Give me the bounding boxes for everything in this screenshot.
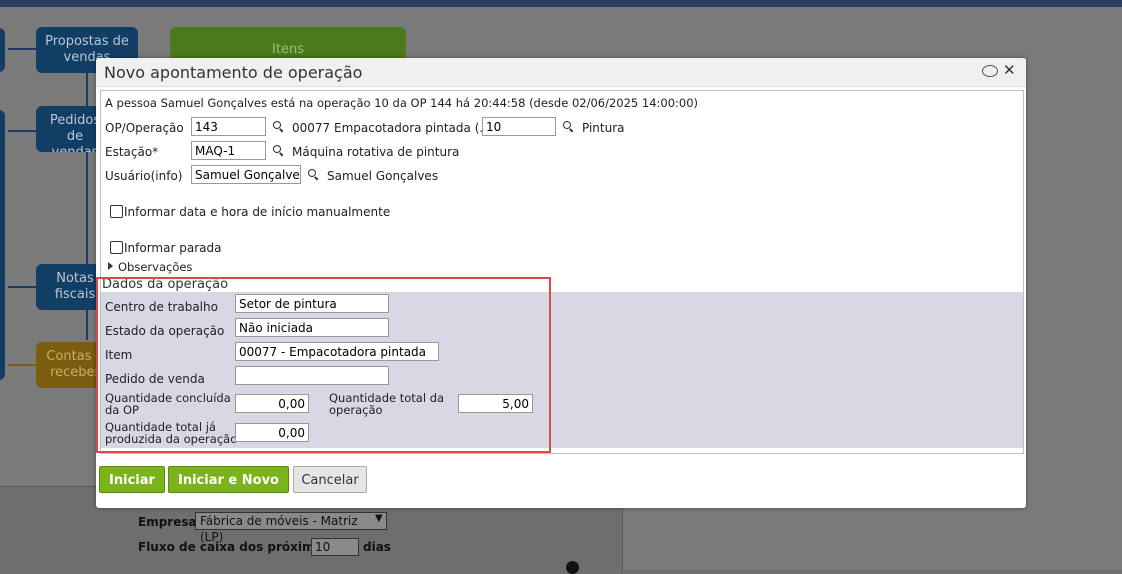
fluxo-unit: dias bbox=[363, 540, 391, 554]
top-bar bbox=[0, 0, 1122, 7]
chevron-down-icon: ▼ bbox=[375, 513, 383, 524]
op-label: OP/Operação bbox=[105, 121, 184, 135]
flow-box-itens[interactable]: Itens bbox=[170, 27, 406, 61]
search-icon[interactable] bbox=[273, 121, 284, 132]
search-icon[interactable] bbox=[308, 169, 319, 180]
op-input[interactable]: 143 bbox=[191, 117, 266, 136]
parada-checkbox[interactable] bbox=[110, 241, 123, 254]
empresa-label: Empresa bbox=[138, 515, 197, 529]
search-icon[interactable] bbox=[563, 121, 574, 132]
estacao-label: Estação* bbox=[105, 145, 159, 159]
flow-box-left bbox=[0, 28, 5, 72]
estacao-input[interactable]: MAQ-1 bbox=[191, 141, 266, 160]
observacoes-toggle[interactable]: Observações bbox=[118, 260, 192, 274]
fluxo-label: Fluxo de caixa dos próximos bbox=[138, 540, 330, 554]
operacao-input[interactable]: 10 bbox=[482, 117, 556, 136]
highlight-box bbox=[96, 277, 551, 453]
flow-connector bbox=[8, 130, 38, 132]
iniciar-e-novo-button[interactable]: Iniciar e Novo bbox=[168, 466, 289, 493]
dialog-title: Novo apontamento de operação bbox=[104, 63, 363, 82]
empresa-select[interactable]: Fábrica de móveis - Matriz (LP) bbox=[195, 512, 387, 544]
flow-connector bbox=[8, 48, 38, 50]
op-description: 00077 Empacotadora pintada (... bbox=[292, 121, 491, 135]
flow-connector bbox=[8, 286, 38, 288]
flow-box-left bbox=[0, 110, 5, 380]
manual-start-checkbox[interactable] bbox=[110, 205, 123, 218]
usuario-label: Usuário(info) bbox=[105, 169, 183, 183]
search-icon[interactable] bbox=[273, 145, 284, 156]
cancelar-button[interactable]: Cancelar bbox=[293, 466, 367, 493]
chat-icon[interactable] bbox=[982, 65, 998, 77]
manual-start-label[interactable]: Informar data e hora de início manualmen… bbox=[124, 205, 390, 219]
usuario-description: Samuel Gonçalves bbox=[327, 169, 439, 183]
operation-info-text: A pessoa Samuel Gonçalves está na operaç… bbox=[105, 96, 699, 110]
expand-arrow-icon[interactable] bbox=[108, 262, 113, 270]
parada-label[interactable]: Informar parada bbox=[124, 241, 221, 255]
flow-connector bbox=[8, 364, 38, 366]
iniciar-button[interactable]: Iniciar bbox=[99, 466, 165, 493]
close-icon[interactable]: ✕ bbox=[1003, 61, 1016, 79]
operacao-description: Pintura bbox=[582, 121, 625, 135]
help-icon[interactable] bbox=[566, 561, 579, 574]
dialog-header: Novo apontamento de operação ✕ bbox=[96, 58, 1026, 87]
estacao-description: Máquina rotativa de pintura bbox=[292, 145, 460, 159]
fluxo-days-input[interactable]: 10 bbox=[311, 538, 359, 556]
usuario-input[interactable]: Samuel Gonçalves bbox=[191, 165, 301, 184]
